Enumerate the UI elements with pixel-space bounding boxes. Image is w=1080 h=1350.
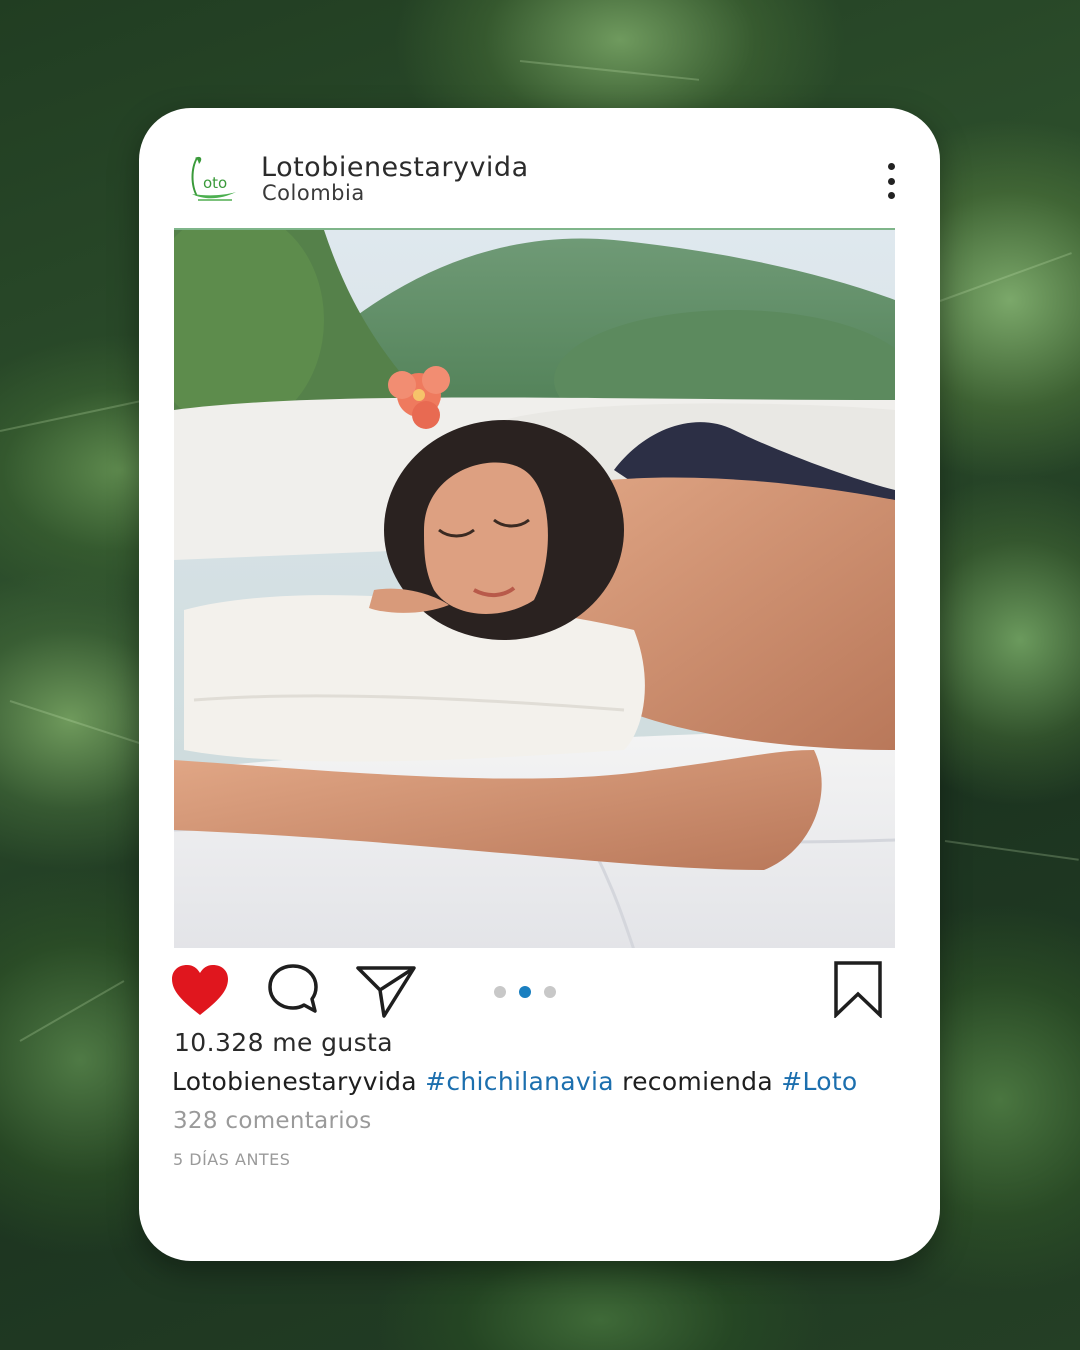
hashtag-link[interactable]: #Loto: [781, 1067, 857, 1096]
send-icon: [356, 966, 416, 1018]
background-leaf: [939, 252, 1072, 302]
carousel-dot: [494, 986, 506, 998]
account-logo[interactable]: oto: [186, 152, 240, 206]
background-leaf: [19, 980, 125, 1042]
spa-photo-icon: [174, 230, 895, 948]
save-button[interactable]: [832, 960, 884, 1020]
bookmark-icon: [834, 961, 882, 1020]
account-username[interactable]: Lotobienestaryvida: [261, 152, 529, 183]
logo-wordmark: oto: [203, 174, 227, 192]
post-image[interactable]: [174, 228, 895, 948]
background-leaf: [9, 700, 144, 746]
more-options-button[interactable]: [878, 160, 904, 202]
post-timestamp: 5 DÍAS ANTES: [173, 1150, 291, 1169]
view-comments-link[interactable]: 328 comentarios: [173, 1108, 372, 1134]
carousel-dot-active: [519, 986, 531, 998]
carousel-dot: [544, 986, 556, 998]
hashtag-link[interactable]: #chichilanavia: [425, 1067, 614, 1096]
carousel-indicator: [494, 985, 564, 999]
likes-count[interactable]: 10.328 me gusta: [174, 1028, 393, 1057]
more-vertical-icon: [887, 192, 895, 199]
share-button[interactable]: [354, 960, 418, 1020]
more-vertical-icon: [887, 177, 895, 185]
background-leaf: [519, 60, 700, 81]
account-location[interactable]: Colombia: [262, 181, 365, 205]
post-caption: Lotobienestaryvida #chichilanavia recomi…: [172, 1067, 858, 1096]
loto-logo-icon: oto: [191, 156, 236, 201]
comment-button[interactable]: [264, 961, 322, 1017]
caption-username[interactable]: Lotobienestaryvida: [172, 1067, 417, 1096]
comment-icon: [268, 964, 318, 1013]
like-button[interactable]: [170, 963, 230, 1017]
background-leaf: [944, 840, 1079, 861]
heart-icon: [172, 965, 228, 1015]
more-vertical-icon: [887, 163, 895, 170]
background-leaf: [0, 396, 157, 432]
caption-text: recomienda: [622, 1067, 773, 1096]
